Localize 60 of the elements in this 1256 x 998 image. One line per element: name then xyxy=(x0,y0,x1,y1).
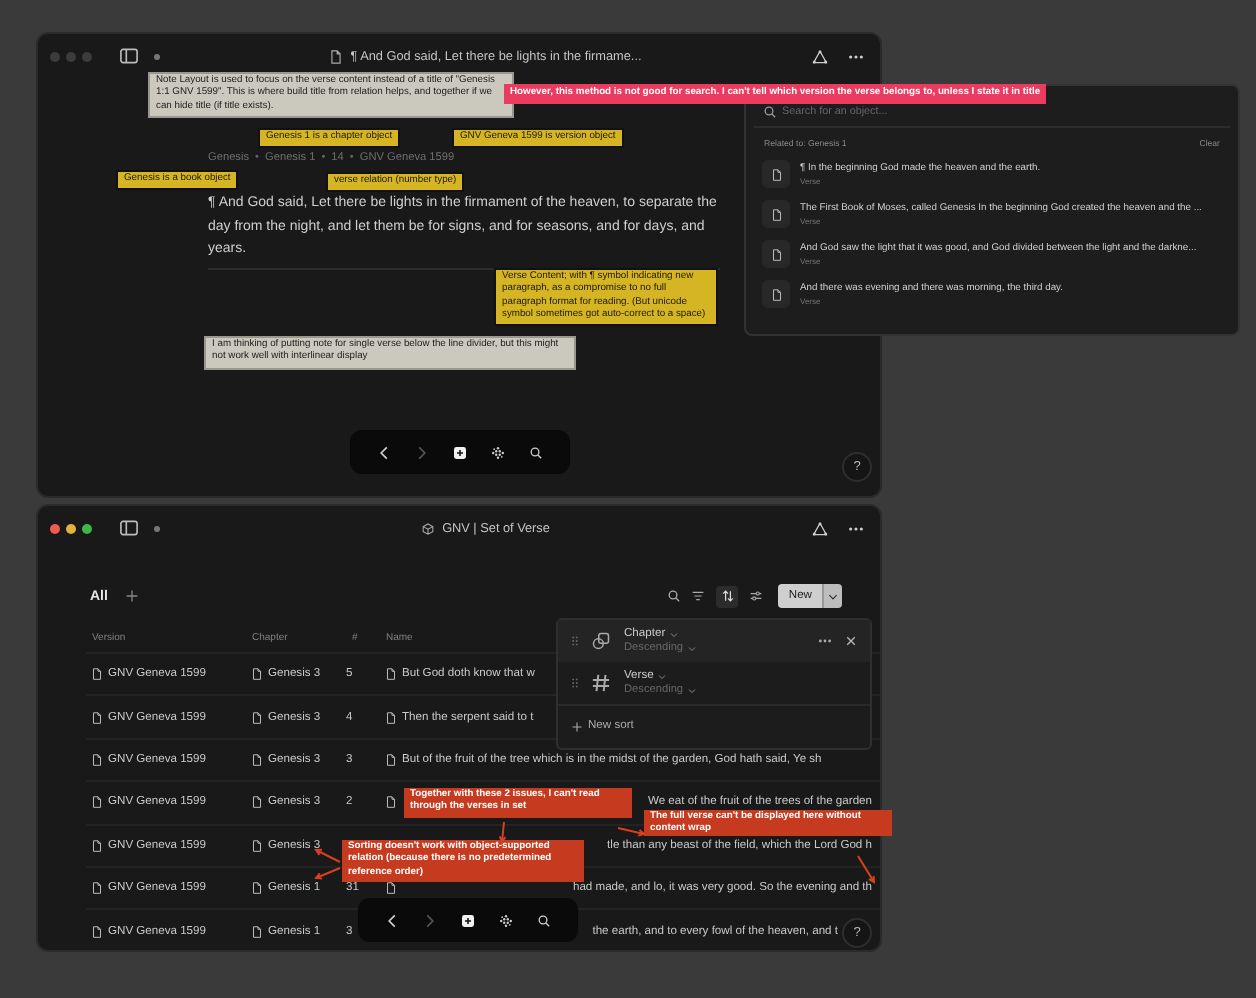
sidebar-icon[interactable] xyxy=(120,48,138,64)
window-control[interactable] xyxy=(66,523,76,533)
arrow xyxy=(310,844,346,868)
document-icon xyxy=(762,240,790,268)
dots-icon[interactable] xyxy=(499,913,512,927)
triangle-icon[interactable] xyxy=(812,521,828,535)
document-icon xyxy=(92,668,102,681)
caret-icon xyxy=(828,593,838,599)
dropdown-button[interactable] xyxy=(822,584,842,608)
document-icon xyxy=(252,711,262,724)
plus-icon xyxy=(572,721,582,731)
triangle-icon[interactable] xyxy=(812,49,828,63)
more-icon[interactable] xyxy=(818,638,832,644)
new-page-icon[interactable] xyxy=(453,445,466,459)
sort-button[interactable] xyxy=(716,585,739,607)
search-icon xyxy=(764,105,776,117)
document-icon xyxy=(252,753,262,766)
search-icon[interactable] xyxy=(668,590,681,602)
document-icon xyxy=(92,711,102,724)
window-control[interactable] xyxy=(82,523,92,533)
document-icon xyxy=(92,796,102,809)
caret-icon xyxy=(687,687,696,693)
sort-icon xyxy=(721,590,734,602)
window-control[interactable] xyxy=(50,523,60,533)
document-icon xyxy=(330,49,343,63)
settings-icon[interactable] xyxy=(750,590,763,602)
plus-icon[interactable] xyxy=(125,590,138,602)
cube-icon xyxy=(422,521,435,535)
dots-icon[interactable] xyxy=(491,445,504,459)
document-icon xyxy=(252,925,262,938)
document-icon xyxy=(92,925,102,938)
document-icon xyxy=(92,839,102,852)
document-icon xyxy=(92,753,102,766)
document-icon xyxy=(252,668,262,681)
back-icon[interactable] xyxy=(378,445,391,459)
search-icon[interactable] xyxy=(537,913,550,927)
document-icon xyxy=(252,796,262,809)
dot-icon xyxy=(154,53,160,59)
back-icon[interactable] xyxy=(386,913,399,927)
close-icon[interactable] xyxy=(846,636,856,646)
arrow xyxy=(310,862,346,884)
document-icon xyxy=(252,882,262,895)
more-icon[interactable] xyxy=(848,525,864,531)
hash-icon xyxy=(592,674,610,692)
search-icon[interactable] xyxy=(529,445,542,459)
forward-icon[interactable] xyxy=(424,913,437,927)
document-icon xyxy=(762,200,790,228)
document-icon xyxy=(252,839,262,852)
dot-icon xyxy=(154,525,160,531)
document-icon xyxy=(762,160,790,188)
document-icon xyxy=(762,280,790,308)
more-icon[interactable] xyxy=(848,53,864,59)
filter-icon[interactable] xyxy=(692,590,705,602)
caret-icon xyxy=(657,673,666,679)
object-icon xyxy=(592,632,610,650)
new-page-icon[interactable] xyxy=(461,913,474,927)
sidebar-icon[interactable] xyxy=(120,520,138,536)
document-icon xyxy=(92,882,102,895)
arrow xyxy=(612,822,650,840)
forward-icon[interactable] xyxy=(416,445,429,459)
